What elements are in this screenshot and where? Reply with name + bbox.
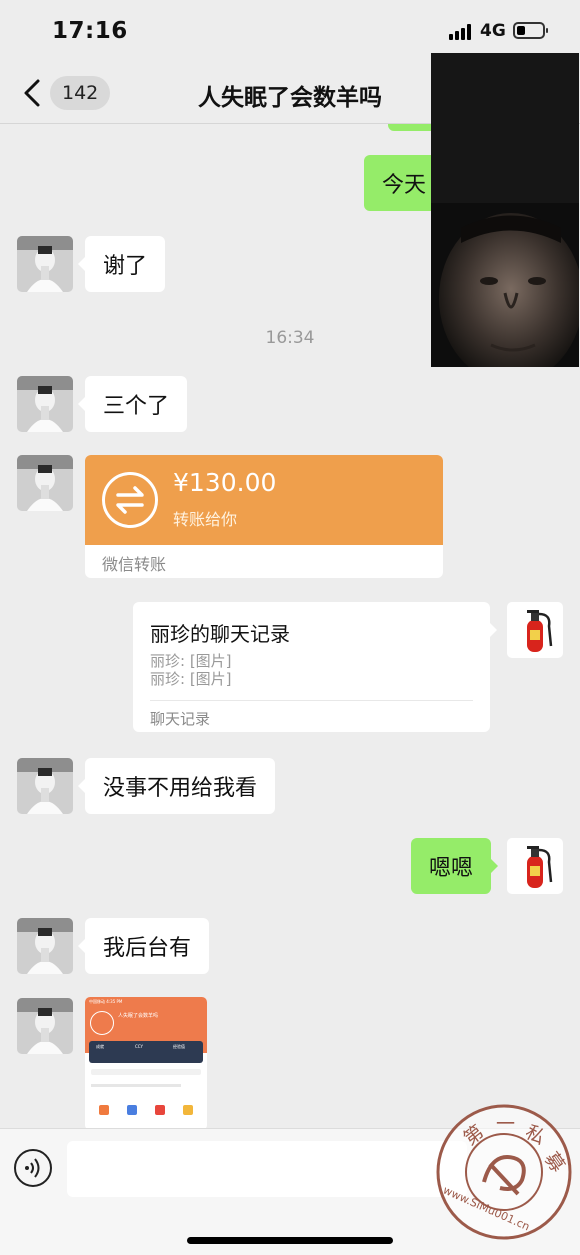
message-text: 今天: [382, 173, 427, 198]
contact-avatar[interactable]: [17, 376, 73, 432]
screenshot-stat: CCY: [135, 1044, 143, 1049]
screenshot-stats-panel: 成就 CCY 经验值: [89, 1041, 203, 1063]
screenshot-stat: 成就: [96, 1044, 104, 1049]
status-time: 17:16: [52, 18, 128, 44]
fire-extinguisher-avatar[interactable]: [507, 602, 563, 658]
transfer-footer: 微信转账: [102, 555, 167, 574]
chat-record-line: 丽珍: [图片]: [150, 670, 232, 688]
message-text: 我后台有: [103, 936, 192, 961]
message-text: 三个了: [103, 394, 170, 419]
chat-record-footer: 聊天记录: [150, 710, 211, 728]
incoming-message-bubble[interactable]: 三个了: [77, 376, 188, 432]
contact-avatar[interactable]: [17, 918, 73, 974]
incoming-message-bubble[interactable]: 没事不用给我看: [77, 758, 276, 814]
screenshot-row: [91, 1084, 181, 1087]
chat-record-card[interactable]: 丽珍的聊天记录 丽珍: [图片] 丽珍: [图片] 聊天记录: [133, 602, 497, 732]
network-type: 4G: [480, 21, 506, 41]
transfer-card[interactable]: ¥130.00 转账给你 微信转账: [85, 455, 443, 578]
divider: [150, 700, 473, 701]
message-text: 谢了: [103, 254, 148, 279]
contact-avatar[interactable]: [17, 758, 73, 814]
chat-record-title: 丽珍的聊天记录: [150, 622, 290, 646]
message-text: 没事不用给我看: [103, 776, 258, 801]
outgoing-message-bubble[interactable]: 嗯嗯: [411, 838, 499, 894]
video-call-overlay[interactable]: [431, 53, 579, 367]
screenshot-profile-name: 人失眠了会数羊吗: [118, 1013, 159, 1019]
screenshot-app-icon: [155, 1105, 165, 1115]
image-message[interactable]: 中国移动 4:35 PM 人失眠了会数羊吗 成就 CCY 经验值: [85, 997, 207, 1130]
battery-level: [517, 26, 525, 35]
home-indicator[interactable]: [187, 1237, 393, 1244]
battery-icon: [513, 22, 548, 39]
transfer-arrows-icon: [102, 472, 158, 528]
incoming-message-bubble[interactable]: 我后台有: [77, 918, 210, 974]
watermark-seal: 第 一 私 募 www.SiMu001.cn: [432, 1100, 577, 1245]
screenshot-row: [91, 1069, 201, 1075]
transfer-amount: ¥130.00: [173, 468, 277, 497]
screenshot-avatar: [90, 1011, 114, 1035]
contact-avatar[interactable]: [17, 998, 73, 1054]
contact-avatar[interactable]: [17, 236, 73, 292]
contact-avatar[interactable]: [17, 455, 73, 511]
svg-text:一: 一: [496, 1113, 515, 1135]
fire-extinguisher-avatar[interactable]: [507, 838, 563, 894]
screenshot-app-icon: [183, 1105, 193, 1115]
message-text: 嗯嗯: [429, 856, 474, 881]
screenshot-app-icon: [127, 1105, 137, 1115]
voice-input-button[interactable]: [14, 1149, 52, 1187]
message-input[interactable]: [67, 1141, 467, 1197]
screenshot-app-icon: [99, 1105, 109, 1115]
screenshot-status-text: 中国移动 4:35 PM: [89, 999, 123, 1004]
screenshot-stat: 经验值: [173, 1044, 185, 1049]
incoming-message-bubble[interactable]: 谢了: [77, 236, 166, 292]
transfer-description: 转账给你: [173, 510, 238, 529]
signal-icon: [449, 24, 473, 40]
voice-icon: [16, 1158, 50, 1189]
